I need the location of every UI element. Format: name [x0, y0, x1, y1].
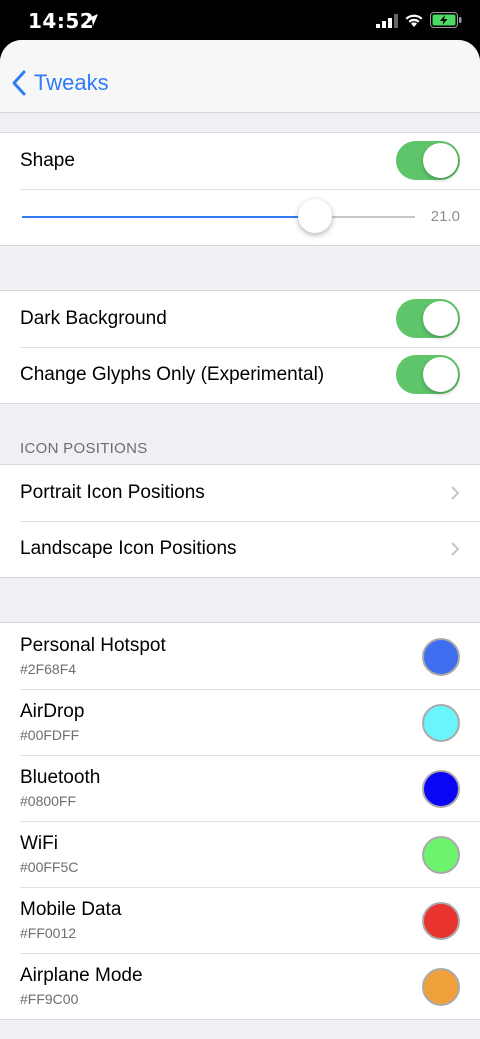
icon-positions-group: Portrait Icon Positions Landscape Icon P… [0, 464, 480, 578]
color-hex: #0800FF [20, 793, 77, 809]
toggle-knob [423, 143, 458, 178]
dark-background-row: Dark Background [0, 291, 480, 347]
cellular-signal-icon [376, 14, 398, 28]
color-swatch[interactable] [422, 770, 460, 808]
toggle-knob [423, 357, 458, 392]
location-arrow-icon [86, 14, 98, 26]
back-button[interactable]: Tweaks [10, 67, 109, 99]
color-name: AirDrop [20, 701, 85, 722]
color-row-bluetooth[interactable]: Bluetooth #0800FF [0, 755, 480, 821]
color-hex: #2F68F4 [20, 661, 77, 677]
portrait-positions-row[interactable]: Portrait Icon Positions [0, 465, 480, 521]
color-name: Bluetooth [20, 767, 101, 788]
color-hex: #00FDFF [20, 727, 80, 743]
icon-positions-header: ICON POSITIONS [20, 440, 148, 457]
color-row-wifi[interactable]: WiFi #00FF5C [0, 821, 480, 887]
color-swatch[interactable] [422, 968, 460, 1006]
chevron-right-icon [451, 542, 460, 556]
settings-screen: Tweaks Shape 21.0 Dark Background Change… [0, 40, 480, 1039]
color-name: WiFi [20, 833, 58, 854]
glyphs-only-row: Change Glyphs Only (Experimental) [0, 347, 480, 403]
shape-toggle[interactable] [396, 141, 460, 180]
color-row-personal-hotspot[interactable]: Personal Hotspot #2F68F4 [0, 623, 480, 689]
shape-slider-row: 21.0 [0, 189, 480, 245]
shape-row: Shape [0, 133, 480, 189]
landscape-positions-label: Landscape Icon Positions [20, 538, 237, 559]
shape-label: Shape [20, 150, 75, 171]
slider-value: 21.0 [430, 208, 460, 225]
color-row-mobile-data[interactable]: Mobile Data #FF0012 [0, 887, 480, 953]
color-swatch[interactable] [422, 638, 460, 676]
appearance-group: Dark Background Change Glyphs Only (Expe… [0, 290, 480, 404]
color-hex: #FF9C00 [20, 991, 79, 1007]
landscape-positions-row[interactable]: Landscape Icon Positions [0, 521, 480, 577]
color-name: Mobile Data [20, 899, 122, 920]
color-name: Airplane Mode [20, 965, 143, 986]
colors-group: Personal Hotspot #2F68F4 AirDrop #00FDFF… [0, 622, 480, 1020]
color-name: Personal Hotspot [20, 635, 166, 656]
glyphs-only-toggle[interactable] [396, 355, 460, 394]
wifi-icon [405, 14, 423, 27]
portrait-positions-label: Portrait Icon Positions [20, 482, 205, 503]
color-row-airdrop[interactable]: AirDrop #00FDFF [0, 689, 480, 755]
chevron-left-icon [12, 70, 26, 96]
color-row-airplane-mode[interactable]: Airplane Mode #FF9C00 [0, 953, 480, 1019]
shape-group: Shape 21.0 [0, 132, 480, 246]
color-swatch[interactable] [422, 836, 460, 874]
status-bar: 14:52 [0, 0, 480, 40]
battery-charging-icon [430, 12, 462, 28]
color-hex: #00FF5C [20, 859, 79, 875]
dark-background-toggle[interactable] [396, 299, 460, 338]
color-swatch[interactable] [422, 902, 460, 940]
color-hex: #FF0012 [20, 925, 77, 941]
chevron-right-icon [451, 486, 460, 500]
toggle-knob [423, 301, 458, 336]
slider-track-filled [22, 216, 315, 218]
back-label: Tweaks [34, 70, 109, 95]
glyphs-only-label: Change Glyphs Only (Experimental) [20, 364, 325, 385]
dark-background-label: Dark Background [20, 308, 167, 329]
shape-slider-thumb[interactable] [297, 199, 332, 233]
color-swatch[interactable] [422, 704, 460, 742]
navigation-bar: Tweaks [0, 40, 480, 113]
